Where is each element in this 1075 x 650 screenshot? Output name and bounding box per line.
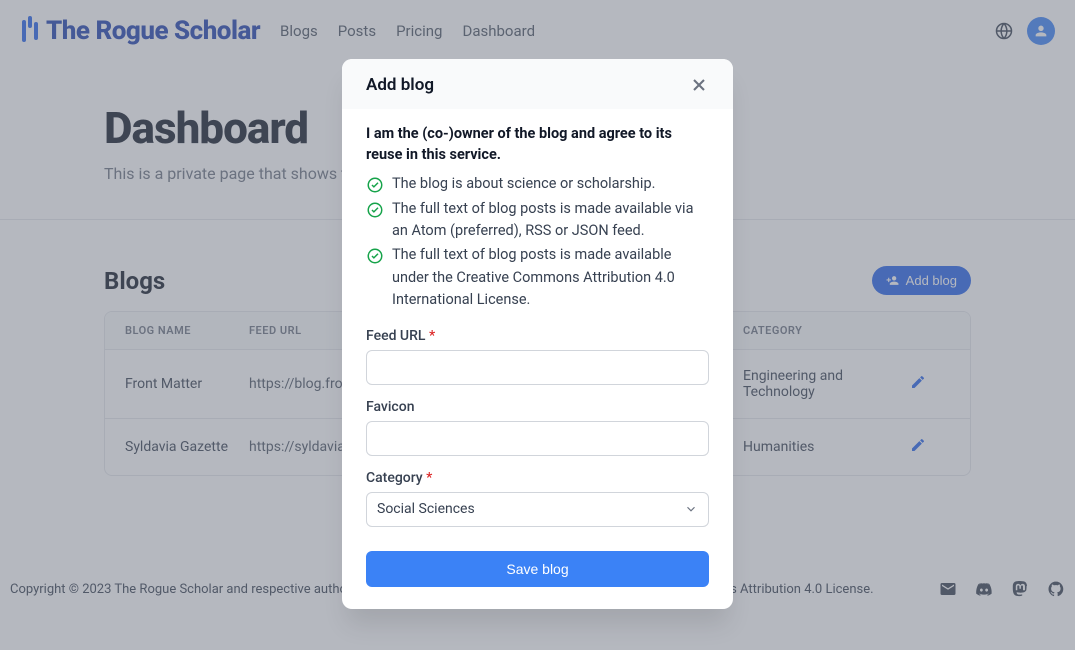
modal-overlay[interactable]: Add blog I am the (co-)owner of the blog… (0, 0, 1075, 650)
modal-intro: I am the (co-)owner of the blog and agre… (366, 123, 709, 165)
condition-item: The full text of blog posts is made avai… (366, 244, 709, 311)
close-icon[interactable] (689, 75, 709, 95)
chevron-down-icon (684, 502, 698, 516)
check-circle-icon (366, 247, 384, 265)
check-circle-icon (366, 201, 384, 219)
check-circle-icon (366, 176, 384, 194)
category-select[interactable]: Social Sciences (366, 492, 709, 527)
category-label: Category * (366, 470, 709, 486)
favicon-label: Favicon (366, 399, 709, 415)
feed-url-label: Feed URL * (366, 328, 709, 344)
category-selected-value: Social Sciences (377, 501, 475, 517)
save-blog-button[interactable]: Save blog (366, 551, 709, 587)
condition-item: The blog is about science or scholarship… (366, 173, 709, 195)
condition-item: The full text of blog posts is made avai… (366, 198, 709, 243)
feed-url-input[interactable] (366, 350, 709, 385)
conditions-list: The blog is about science or scholarship… (366, 173, 709, 312)
modal-title: Add blog (366, 75, 434, 95)
add-blog-modal: Add blog I am the (co-)owner of the blog… (342, 59, 733, 609)
favicon-input[interactable] (366, 421, 709, 456)
